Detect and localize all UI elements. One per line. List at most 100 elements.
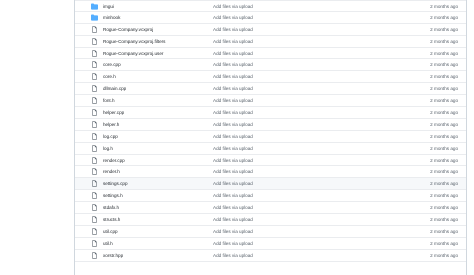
commit-message-link[interactable]: Add files via upload [213, 119, 253, 130]
commit-message-link[interactable]: Add files via upload [213, 202, 253, 213]
commit-message-link[interactable]: Add files via upload [213, 131, 253, 142]
file-row[interactable]: Rogue-Company.vcxproj Add files via uploa… [75, 24, 466, 36]
commit-message-link[interactable]: Add files via upload [213, 12, 253, 23]
file-name-link[interactable]: core.cpp [103, 59, 121, 70]
file-icon [91, 168, 98, 176]
file-row[interactable]: util.h Add files via upload 2 months ago [75, 238, 466, 250]
file-name-link[interactable]: core.h [103, 71, 116, 82]
commit-age: 2 months ago [430, 26, 458, 32]
file-row[interactable]: settings.cpp Add files via upload 2 months… [75, 178, 466, 191]
file-name-link[interactable]: Rogue-Company.vcxproj.filters [103, 36, 165, 47]
file-icon [91, 73, 98, 80]
commit-message-link[interactable]: Add files via upload [213, 48, 253, 59]
file-name-link[interactable]: Rogue-Company.vcxproj.user [103, 48, 163, 59]
file-row[interactable]: render.h Add files via upload 2 months ago [75, 166, 466, 179]
folder-icon [91, 3, 98, 10]
commit-message-link[interactable]: Add files via upload [213, 178, 253, 189]
commit-age: 2 months ago [430, 205, 458, 211]
file-row[interactable]: log.h Add files via upload 2 months ago [75, 143, 466, 155]
file-row[interactable]: helper.h Add files via upload 2 months ago [75, 119, 466, 131]
file-icon [91, 85, 98, 92]
file-row[interactable]: font.h Add files via upload 2 months ago [75, 95, 466, 108]
file-icon [91, 61, 98, 69]
commit-message-link[interactable]: Add files via upload [213, 24, 253, 35]
file-name-link[interactable]: util.h [103, 238, 113, 249]
commit-message-link[interactable]: Add files via upload [213, 59, 253, 70]
file-row[interactable]: helper.cpp Add files via upload 2 months a… [75, 107, 466, 119]
commit-message-link[interactable]: Add files via upload [213, 36, 253, 47]
file-name-link[interactable]: log.h [103, 143, 113, 154]
commit-age: 2 months ago [430, 193, 458, 199]
file-icon [91, 216, 98, 223]
commit-message-link[interactable]: Add files via upload [213, 143, 253, 154]
file-row[interactable]: xorstr.hpp Add files via upload 2 months a… [75, 250, 466, 262]
file-row[interactable]: log.cpp Add files via upload 2 months ago [75, 131, 466, 143]
file-row[interactable]: Rogue-Company.vcxproj.user Add files via … [75, 48, 466, 60]
file-name-link[interactable]: helper.h [103, 119, 119, 130]
commit-message-link[interactable]: Add files via upload [213, 155, 253, 166]
file-icon [91, 204, 98, 211]
commit-age: 2 months ago [430, 252, 458, 258]
commit-message-link[interactable]: Add files via upload [213, 238, 253, 249]
commit-message-link[interactable]: Add files via upload [213, 214, 253, 225]
file-row[interactable]: minhook Add files via upload 2 months ago [75, 12, 466, 24]
folder-icon [91, 14, 98, 21]
file-icon [91, 26, 98, 33]
commit-age: 2 months ago [430, 110, 458, 116]
file-row[interactable]: imgui Add files via upload 2 months ago [75, 0, 466, 12]
file-row[interactable]: dllmain.cpp Add files via upload 2 months … [75, 83, 466, 96]
commit-message-link[interactable]: Add files via upload [213, 95, 253, 106]
file-name-link[interactable]: xorstr.hpp [103, 250, 123, 261]
file-icon [91, 156, 98, 164]
commit-message-link[interactable]: Add files via upload [213, 107, 253, 118]
file-name-link[interactable]: helper.cpp [103, 107, 124, 118]
commit-message-link[interactable]: Add files via upload [213, 71, 253, 82]
file-name-link[interactable]: util.cpp [103, 226, 118, 237]
commit-message-link[interactable]: Add files via upload [213, 83, 253, 94]
file-name-link[interactable]: imgui [103, 1, 114, 12]
file-name-link[interactable]: Rogue-Company.vcxproj [103, 24, 153, 35]
commit-message-link[interactable]: Add files via upload [213, 166, 253, 177]
file-icon [91, 97, 98, 104]
commit-age: 2 months ago [430, 145, 458, 151]
file-name-link[interactable]: stdafx.h [103, 202, 119, 213]
file-row[interactable]: Rogue-Company.vcxproj.filters Add files v… [75, 36, 466, 48]
commit-age: 2 months ago [430, 169, 458, 175]
file-name-link[interactable]: font.h [103, 95, 115, 106]
commit-age: 2 months ago [430, 240, 458, 246]
commit-age: 2 months ago [430, 74, 458, 80]
file-icon [91, 133, 98, 140]
file-row[interactable]: util.cpp Add files via upload 2 months ago [75, 226, 466, 238]
commit-age: 2 months ago [430, 98, 458, 104]
file-name-link[interactable]: render.h [103, 166, 120, 177]
file-icon [91, 240, 98, 247]
file-icon [91, 252, 98, 259]
file-row[interactable]: core.cpp Add files via upload 2 months ago [75, 59, 466, 72]
commit-age: 2 months ago [430, 62, 458, 68]
file-name-link[interactable]: log.cpp [103, 131, 118, 142]
commit-age: 2 months ago [430, 157, 458, 163]
file-row[interactable]: render.cpp Add files via upload 2 months a… [75, 155, 466, 167]
commit-age: 2 months ago [430, 133, 458, 139]
commit-message-link[interactable]: Add files via upload [213, 250, 253, 261]
commit-age: 2 months ago [430, 86, 458, 92]
commit-age: 2 months ago [430, 181, 458, 187]
commit-age: 2 months ago [430, 14, 458, 20]
file-name-link[interactable]: render.cpp [103, 155, 125, 166]
file-row[interactable]: settings.h Add files via upload 2 months a… [75, 190, 466, 203]
file-name-link[interactable]: structs.h [103, 214, 120, 225]
commit-age: 2 months ago [430, 50, 458, 56]
file-name-link[interactable]: settings.h [103, 190, 123, 201]
commit-age: 2 months ago [430, 228, 458, 234]
commit-message-link[interactable]: Add files via upload [213, 190, 253, 201]
commit-message-link[interactable]: Add files via upload [213, 1, 253, 12]
file-name-link[interactable]: minhook [103, 12, 120, 23]
file-row[interactable]: core.h Add files via upload 2 months ago [75, 71, 466, 84]
file-icon [91, 38, 98, 45]
commit-age: 2 months ago [430, 121, 458, 127]
commit-message-link[interactable]: Add files via upload [213, 226, 253, 237]
file-row[interactable]: structs.h Add files via upload 2 months ag… [75, 214, 466, 226]
file-name-link[interactable]: settings.cpp [103, 178, 128, 189]
file-name-link[interactable]: dllmain.cpp [103, 83, 126, 94]
file-row[interactable]: stdafx.h Add files via upload 2 months ago [75, 202, 466, 215]
